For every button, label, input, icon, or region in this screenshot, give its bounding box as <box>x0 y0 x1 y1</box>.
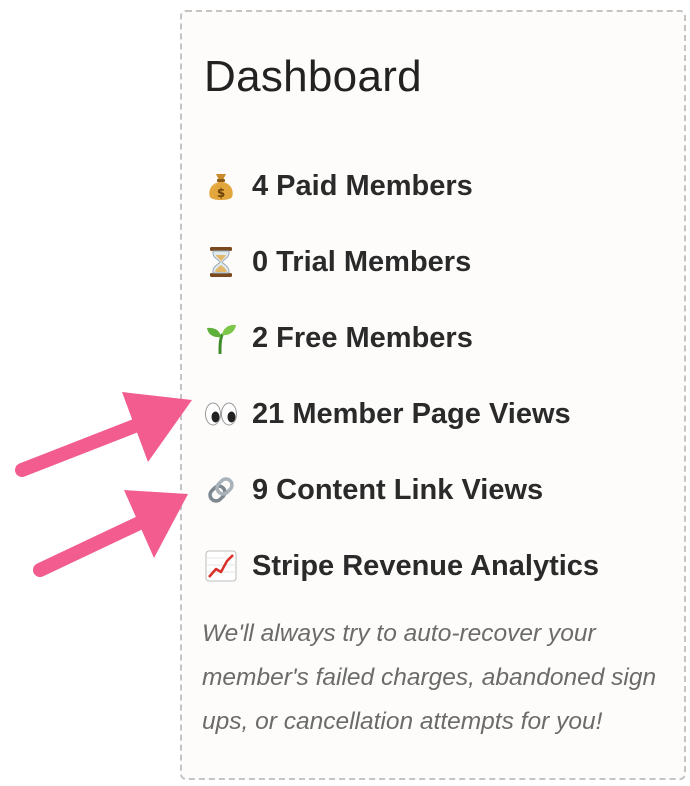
annotation-arrows <box>15 392 192 577</box>
arrow-to-member-page-views <box>15 392 192 477</box>
arrow-to-content-link-views <box>33 490 188 577</box>
